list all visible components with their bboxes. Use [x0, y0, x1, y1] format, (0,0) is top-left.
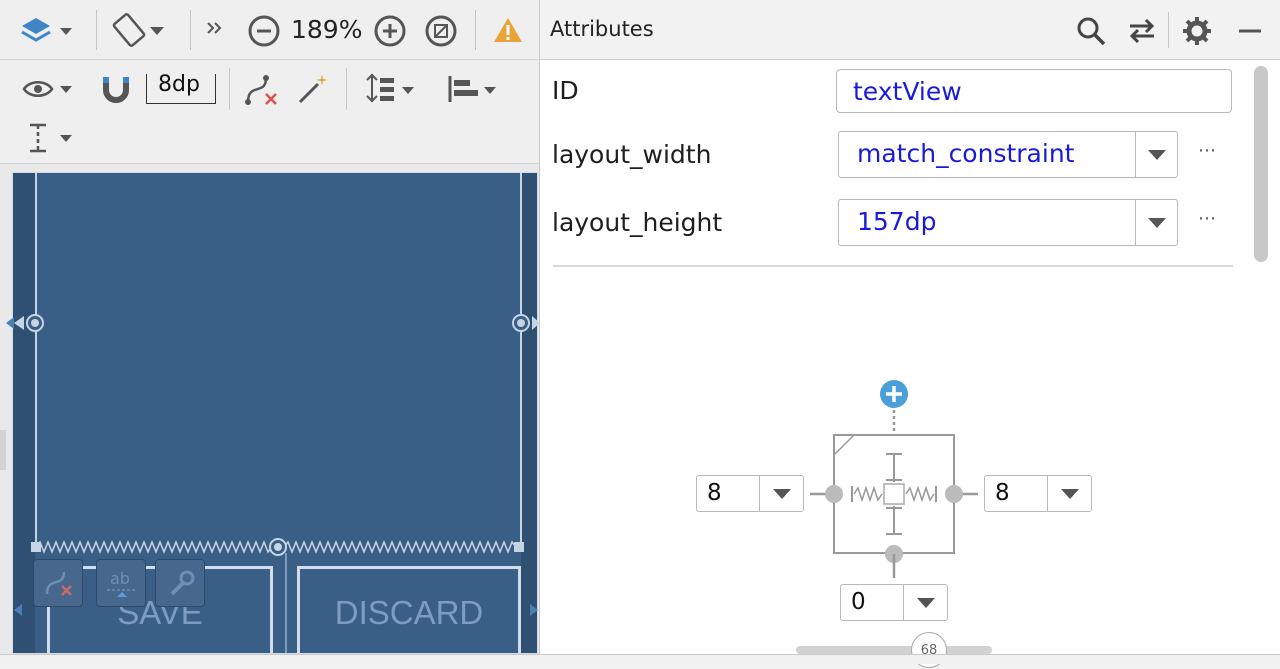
status-strip: [0, 654, 1280, 664]
right-margin-dropdown[interactable]: 8: [984, 475, 1092, 512]
toolbar-separator: [346, 68, 347, 110]
guidelines-icon[interactable]: [26, 122, 78, 154]
layout-height-value: 157dp: [857, 207, 937, 236]
bottom-margin-toggle[interactable]: [903, 585, 947, 620]
left-margin-toggle[interactable]: [759, 476, 803, 511]
layout-height-label: layout_height: [552, 208, 723, 237]
clear-constraints-icon[interactable]: [244, 72, 280, 106]
constraint-overlay: [6, 314, 540, 616]
chevron-down-icon: [917, 597, 935, 608]
toolbar-separator: [96, 10, 97, 50]
bottom-margin-value: 0: [851, 589, 866, 615]
id-input[interactable]: textView: [836, 69, 1232, 113]
left-constraint-arrow: [14, 316, 24, 330]
zoom-level: 189%: [291, 15, 363, 44]
resize-handle: [514, 542, 524, 552]
zoom-to-fit-icon[interactable]: [424, 14, 458, 48]
chevron-down-icon: [1148, 217, 1166, 228]
swap-icon[interactable]: [1126, 16, 1158, 46]
design-toolbar: 189%: [0, 0, 540, 60]
right-margin-toggle[interactable]: [1047, 476, 1091, 511]
section-divider: [553, 265, 1233, 267]
chevron-down-icon: [773, 488, 791, 499]
pack-icon[interactable]: [362, 72, 422, 106]
id-value: textView: [853, 77, 962, 106]
minimize-icon[interactable]: [1237, 26, 1263, 36]
constraint-widget: [810, 380, 978, 578]
chevron-down-icon: [1148, 149, 1166, 160]
constraint-toolbar: 8dp: [0, 60, 540, 164]
attributes-title: Attributes: [550, 17, 654, 41]
bottom-spring: [283, 539, 517, 555]
left-margin-dropdown[interactable]: 8: [696, 475, 804, 512]
right-margin-value: 8: [995, 480, 1010, 506]
warning-icon[interactable]: [492, 16, 524, 44]
magic-wand-icon[interactable]: [296, 72, 332, 106]
double-chevron-right-icon[interactable]: [204, 18, 226, 40]
search-icon[interactable]: [1075, 15, 1107, 47]
align-icon[interactable]: [446, 72, 502, 106]
default-margin-value: 8dp: [158, 72, 200, 97]
layout-width-label: layout_width: [552, 140, 712, 169]
toolbar-separator: [229, 68, 230, 110]
attributes-header: Attributes: [540, 0, 1280, 60]
layout-width-value: match_constraint: [857, 139, 1075, 168]
eye-icon[interactable]: [22, 76, 78, 102]
chevron-down-icon: [1061, 488, 1079, 499]
magnet-icon[interactable]: [102, 74, 130, 104]
zoom-out-icon[interactable]: [247, 14, 281, 48]
layout-width-dropdown[interactable]: match_constraint: [838, 131, 1178, 178]
right-constraint-arrow: [532, 316, 540, 330]
layout-height-dropdown[interactable]: 157dp: [838, 199, 1178, 246]
bottom-margin-dropdown[interactable]: 0: [840, 584, 948, 621]
toolbar-separator: [475, 10, 476, 50]
layout-height-more-button[interactable]: ⋯: [1198, 208, 1216, 229]
layout-width-dropdown-toggle[interactable]: [1135, 132, 1177, 177]
zoom-in-icon[interactable]: [373, 14, 407, 48]
layout-height-dropdown-toggle[interactable]: [1135, 200, 1177, 245]
attributes-scrollbar[interactable]: [1254, 66, 1268, 262]
layout-width-more-button[interactable]: ⋯: [1198, 140, 1216, 161]
left-margin-value: 8: [707, 480, 722, 506]
layers-icon[interactable]: [18, 12, 78, 48]
id-label: ID: [552, 76, 579, 105]
bottom-spring: [35, 539, 273, 555]
toolbar-separator: [190, 10, 191, 50]
gear-icon[interactable]: [1182, 16, 1212, 46]
resize-handle: [31, 542, 41, 552]
rotate-device-icon[interactable]: [112, 10, 172, 50]
bias-slider-track[interactable]: [796, 646, 992, 654]
default-margin-control[interactable]: 8dp: [146, 72, 216, 104]
toolbar-separator: [1168, 12, 1169, 48]
